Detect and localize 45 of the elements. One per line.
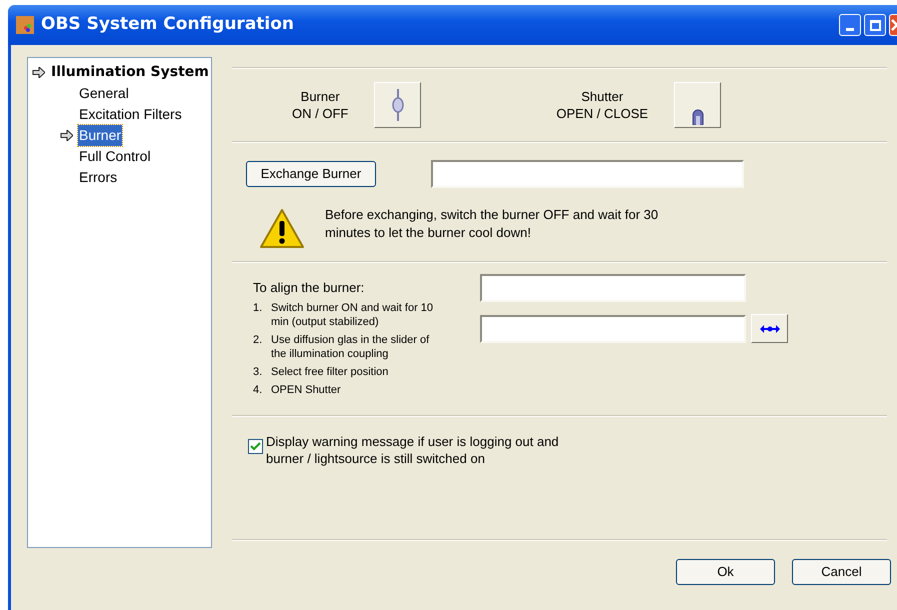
tree-item[interactable]: Burner [78, 125, 122, 146]
arrow-icon [60, 130, 73, 141]
double-arrow-icon [760, 324, 780, 332]
tree-item[interactable]: Errors [78, 167, 118, 188]
step-text: OPEN Shutter [271, 383, 342, 397]
warning-icon [259, 208, 305, 250]
lock-icon [690, 109, 705, 125]
minimize-icon [846, 28, 854, 31]
toggle-button[interactable] [674, 82, 722, 128]
toggle-label: Burner [300, 88, 340, 105]
tree-item[interactable]: Illumination System [50, 62, 210, 83]
input-field[interactable] [480, 274, 746, 302]
toggle-button[interactable] [374, 82, 422, 128]
exchange-burner-button[interactable]: Exchange Burner [246, 161, 376, 187]
toggle-label: OPEN / CLOSE [556, 105, 648, 122]
align-heading: To align the burner: [253, 281, 366, 295]
toggle-label: Shutter [581, 88, 624, 105]
step-number: 3. [253, 365, 264, 379]
input-field[interactable] [480, 314, 746, 342]
arrow-icon [32, 67, 45, 78]
dialog-button[interactable]: Ok [676, 559, 775, 585]
dialog-button[interactable]: Cancel [792, 559, 891, 585]
checkbox-label: Display warning message if user is logging out and burner / lightsource is still switched on [266, 433, 560, 467]
step-number: 4. [253, 383, 264, 397]
app-icon [16, 16, 34, 34]
align-button[interactable] [751, 314, 788, 343]
lamp-icon [390, 89, 405, 121]
step-text: Switch burner ON and wait for 10 min (output stabilized) [271, 301, 434, 329]
step-number: 2. [253, 333, 264, 348]
checkbox[interactable] [248, 439, 263, 454]
step-number: 1. [253, 301, 264, 316]
tree-item[interactable]: General [78, 83, 130, 104]
warning-message: Before exchanging, switch the burner OFF and wait for 30 minutes to let the burner cool down! [325, 206, 660, 242]
toggle-label: ON / OFF [292, 105, 348, 122]
close-icon [890, 19, 897, 31]
maximize-button[interactable] [864, 14, 886, 36]
check-icon [250, 442, 261, 451]
step-text: Use diffusion glas in the slider of the illumination coupling [271, 333, 430, 361]
minimize-button[interactable] [839, 14, 861, 36]
step-text: Select free filter position [271, 365, 390, 379]
window-title: OBS System Configuration [41, 13, 294, 36]
tree-item[interactable]: Full Control [78, 146, 152, 167]
tree-item[interactable]: Excitation Filters [78, 104, 183, 125]
maximize-icon [870, 20, 880, 30]
input-field[interactable] [431, 160, 744, 188]
